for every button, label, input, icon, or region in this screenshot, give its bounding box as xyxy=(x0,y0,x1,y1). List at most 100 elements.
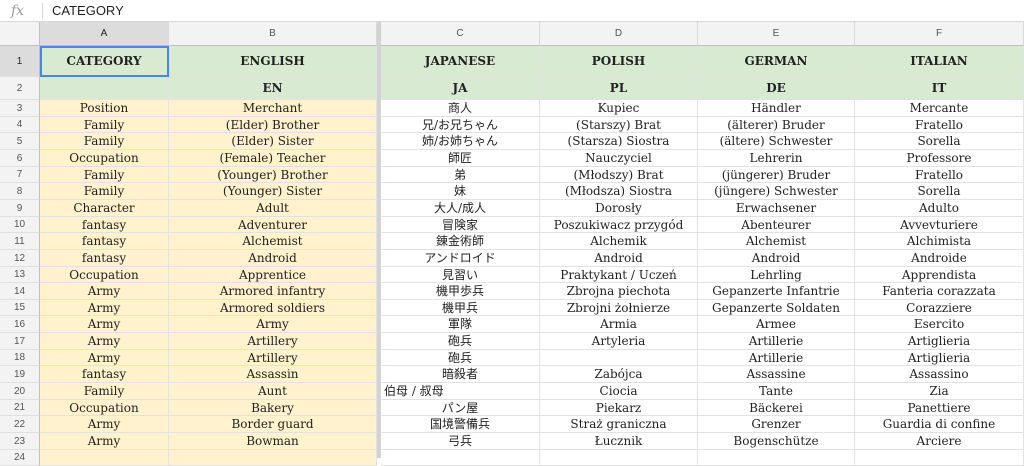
cell-d21[interactable]: Piekarz xyxy=(540,400,698,416)
column-header-d[interactable]: D xyxy=(540,22,698,46)
cell-a20[interactable]: Family xyxy=(40,383,169,400)
cell-e7[interactable]: (jüngerer) Bruder xyxy=(698,167,855,183)
row-header-16[interactable]: 16 xyxy=(0,316,40,333)
cell-c6[interactable]: 師匠 xyxy=(381,150,540,167)
cell-a4[interactable]: Family xyxy=(40,117,169,133)
cell-e18[interactable]: Artillerie xyxy=(698,350,855,366)
cell-f1[interactable]: ITALIAN xyxy=(855,46,1024,77)
cell-d24[interactable] xyxy=(540,450,698,466)
grid-corner[interactable] xyxy=(0,22,40,46)
row-header-6[interactable]: 6 xyxy=(0,150,40,167)
cell-d23[interactable]: Łucznik xyxy=(540,433,698,450)
cell-c4[interactable]: 兄/お兄ちゃん xyxy=(381,117,540,133)
cell-f11[interactable]: Alchimista xyxy=(855,233,1024,250)
cell-a17[interactable]: Army xyxy=(40,333,169,350)
cell-f5[interactable]: Sorella xyxy=(855,133,1024,150)
cell-a5[interactable]: Family xyxy=(40,133,169,150)
row-header-9[interactable]: 9 xyxy=(0,200,40,217)
cell-b11[interactable]: Alchemist xyxy=(169,233,377,250)
cell-e16[interactable]: Armee xyxy=(698,316,855,333)
cell-c22[interactable]: 国境警備兵 xyxy=(381,416,540,433)
cell-b20[interactable]: Aunt xyxy=(169,383,377,400)
cell-f14[interactable]: Fanteria corazzata xyxy=(855,283,1024,300)
cell-b13[interactable]: Apprentice xyxy=(169,267,377,283)
cell-a16[interactable]: Army xyxy=(40,316,169,333)
cell-f6[interactable]: Professore xyxy=(855,150,1024,167)
cell-d20[interactable]: Ciocia xyxy=(540,383,698,400)
cell-b15[interactable]: Armored soldiers xyxy=(169,300,377,316)
row-header-2[interactable]: 2 xyxy=(0,77,40,100)
cell-e2[interactable]: DE xyxy=(698,77,855,100)
row-header-14[interactable]: 14 xyxy=(0,283,40,300)
cell-e21[interactable]: Bäckerei xyxy=(698,400,855,416)
cell-c5[interactable]: 姉/お姉ちゃん xyxy=(381,133,540,150)
cell-e1[interactable]: GERMAN xyxy=(698,46,855,77)
cell-d14[interactable]: Zbrojna piechota xyxy=(540,283,698,300)
cell-d10[interactable]: Poszukiwacz przygód xyxy=(540,217,698,233)
cell-a10[interactable]: fantasy xyxy=(40,217,169,233)
cell-d15[interactable]: Zbrojni żołnierze xyxy=(540,300,698,316)
cell-d22[interactable]: Straż graniczna xyxy=(540,416,698,433)
cell-c18[interactable]: 砲兵 xyxy=(381,350,540,366)
cell-a8[interactable]: Family xyxy=(40,183,169,200)
cell-e4[interactable]: (älterer) Bruder xyxy=(698,117,855,133)
cell-f15[interactable]: Corazziere xyxy=(855,300,1024,316)
cell-d19[interactable]: Zabójca xyxy=(540,366,698,383)
cell-c2[interactable]: JA xyxy=(381,77,540,100)
cell-d5[interactable]: (Starsza) Siostra xyxy=(540,133,698,150)
column-header-e[interactable]: E xyxy=(698,22,855,46)
cell-b5[interactable]: (Elder) Sister xyxy=(169,133,377,150)
cell-e9[interactable]: Erwachsener xyxy=(698,200,855,217)
cell-b24[interactable] xyxy=(169,450,377,466)
cell-e10[interactable]: Abenteurer xyxy=(698,217,855,233)
cell-b4[interactable]: (Elder) Brother xyxy=(169,117,377,133)
cell-c13[interactable]: 見習い xyxy=(381,267,540,283)
cell-c21[interactable]: パン屋 xyxy=(381,400,540,416)
cell-f24[interactable] xyxy=(855,450,1024,466)
cell-e23[interactable]: Bogenschütze xyxy=(698,433,855,450)
cell-a19[interactable]: fantasy xyxy=(40,366,169,383)
row-header-11[interactable]: 11 xyxy=(0,233,40,250)
cell-a9[interactable]: Character xyxy=(40,200,169,217)
cell-b19[interactable]: Assassin xyxy=(169,366,377,383)
cell-f19[interactable]: Assassino xyxy=(855,366,1024,383)
cell-f2[interactable]: IT xyxy=(855,77,1024,100)
row-header-17[interactable]: 17 xyxy=(0,333,40,350)
cell-f22[interactable]: Guardia di confine xyxy=(855,416,1024,433)
row-header-21[interactable]: 21 xyxy=(0,400,40,416)
cell-f12[interactable]: Androide xyxy=(855,250,1024,267)
cell-d12[interactable]: Android xyxy=(540,250,698,267)
cell-b8[interactable]: (Younger) Sister xyxy=(169,183,377,200)
cell-c16[interactable]: 軍隊 xyxy=(381,316,540,333)
cell-e22[interactable]: Grenzer xyxy=(698,416,855,433)
row-header-1[interactable]: 1 xyxy=(0,46,40,77)
cell-d7[interactable]: (Młodszy) Brat xyxy=(540,167,698,183)
cell-b23[interactable]: Bowman xyxy=(169,433,377,450)
cell-a23[interactable]: Army xyxy=(40,433,169,450)
cell-c8[interactable]: 妹 xyxy=(381,183,540,200)
cell-e17[interactable]: Artillerie xyxy=(698,333,855,350)
cell-f21[interactable]: Panettiere xyxy=(855,400,1024,416)
row-header-20[interactable]: 20 xyxy=(0,383,40,400)
cell-e19[interactable]: Assassine xyxy=(698,366,855,383)
row-header-15[interactable]: 15 xyxy=(0,300,40,316)
formula-input[interactable]: CATEGORY xyxy=(52,0,124,22)
row-header-23[interactable]: 23 xyxy=(0,433,40,450)
cell-c10[interactable]: 冒険家 xyxy=(381,217,540,233)
row-header-24[interactable]: 24 xyxy=(0,450,40,466)
cell-c3[interactable]: 商人 xyxy=(381,100,540,117)
cell-f7[interactable]: Fratello xyxy=(855,167,1024,183)
cell-e8[interactable]: (jüngere) Schwester xyxy=(698,183,855,200)
column-header-b[interactable]: B xyxy=(169,22,377,46)
cell-c19[interactable]: 暗殺者 xyxy=(381,366,540,383)
cell-a13[interactable]: Occupation xyxy=(40,267,169,283)
cell-e11[interactable]: Alchemist xyxy=(698,233,855,250)
cell-f16[interactable]: Esercito xyxy=(855,316,1024,333)
cell-b6[interactable]: (Female) Teacher xyxy=(169,150,377,167)
cell-f10[interactable]: Avvevturiere xyxy=(855,217,1024,233)
row-header-13[interactable]: 13 xyxy=(0,267,40,283)
cell-b21[interactable]: Bakery xyxy=(169,400,377,416)
cell-b16[interactable]: Army xyxy=(169,316,377,333)
cell-e5[interactable]: (ältere) Schwester xyxy=(698,133,855,150)
cell-c23[interactable]: 弓兵 xyxy=(381,433,540,450)
